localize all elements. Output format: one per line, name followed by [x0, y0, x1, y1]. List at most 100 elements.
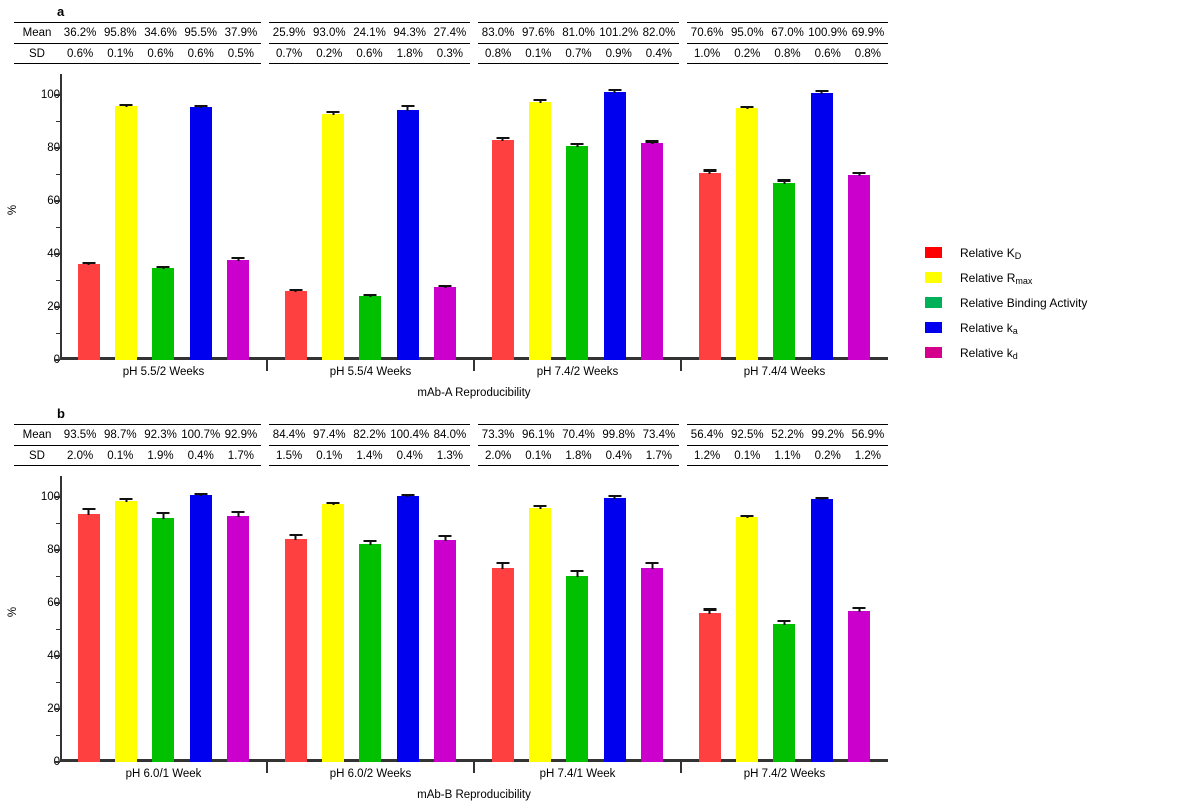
bar[interactable]: [698, 169, 721, 360]
error-bar-cap: [438, 535, 452, 538]
stats-cell: 73.4%: [642, 429, 676, 441]
stats-mean-groups: 93.5% 98.7% 92.3% 100.7% 92.9% 84.4% 97.…: [60, 424, 888, 445]
bar[interactable]: [396, 493, 419, 762]
panel-a-legend: Relative KD Relative Rmax Relative Binding…: [925, 240, 1187, 365]
stats-cell: 0.4%: [605, 450, 632, 462]
legend-item[interactable]: Relative Rmax: [925, 265, 1187, 290]
stats-cell: 36.2%: [63, 27, 97, 39]
bar[interactable]: [77, 508, 100, 762]
bar[interactable]: [284, 288, 307, 360]
error-bar: [570, 569, 584, 577]
bar[interactable]: [698, 608, 721, 762]
panel-b-y-axis-label: %: [7, 606, 20, 618]
bar[interactable]: [359, 293, 382, 360]
x-tick-label: pH 7.4/4 Weeks: [743, 366, 826, 378]
error-bar-cap: [194, 492, 208, 496]
error-bar-cap: [326, 111, 340, 114]
bar[interactable]: [434, 535, 457, 762]
bar[interactable]: [189, 104, 212, 360]
bar[interactable]: [152, 511, 175, 762]
y-tick-minor: [56, 279, 60, 282]
bar[interactable]: [641, 562, 664, 762]
bar[interactable]: [322, 111, 345, 360]
bar[interactable]: [529, 505, 552, 762]
stats-cell: 2.0%: [484, 450, 512, 462]
bar[interactable]: [566, 569, 589, 762]
bar-wrap: [434, 476, 457, 762]
stats-cell: 0.7%: [275, 48, 303, 60]
legend-label: Relative ka: [960, 320, 1018, 336]
x-tick-label: pH 7.4/1 Week: [539, 768, 616, 780]
stats-group: 1.0% 0.2% 0.8% 0.6% 0.8%: [687, 43, 888, 64]
bar[interactable]: [566, 142, 589, 360]
bar[interactable]: [491, 137, 514, 360]
bar[interactable]: [227, 510, 250, 762]
bar[interactable]: [77, 261, 100, 360]
bar[interactable]: [396, 104, 419, 360]
bar[interactable]: [736, 514, 759, 762]
bar[interactable]: [189, 492, 212, 762]
bar[interactable]: [603, 88, 626, 360]
legend-label: Relative Binding Activity: [960, 295, 1088, 310]
bar[interactable]: [322, 501, 345, 762]
stats-cell: 56.4%: [690, 429, 724, 441]
bar[interactable]: [773, 619, 796, 762]
bar[interactable]: [359, 539, 382, 762]
bar[interactable]: [848, 607, 871, 762]
y-tick-major: [54, 200, 60, 203]
bar-wrap: [115, 476, 138, 762]
stats-cell: 56.9%: [851, 429, 885, 441]
stats-cell: 1.2%: [854, 450, 882, 462]
bar-wrap: [641, 74, 664, 360]
bar[interactable]: [848, 171, 871, 360]
panel-b-plot: % 020406080100 pH 6.0/1 Week pH 6.0/2 We…: [7, 476, 888, 801]
bar[interactable]: [603, 495, 626, 762]
error-bar-cap: [401, 104, 415, 107]
bar[interactable]: [434, 284, 457, 360]
error-bar-cap: [289, 288, 303, 291]
legend-item[interactable]: Relative kd: [925, 340, 1187, 365]
bar-wrap: [848, 476, 871, 762]
bar[interactable]: [115, 498, 138, 762]
y-tick-minor: [56, 681, 60, 684]
stats-cell: 34.6%: [144, 27, 177, 39]
bar[interactable]: [736, 105, 759, 360]
stats-sd-groups: 0.6% 0.1% 0.6% 0.6% 0.5% 0.7% 0.2% 0.6% …: [60, 43, 888, 64]
stats-cell: 0.6%: [356, 48, 383, 60]
stats-cell: 1.2%: [693, 450, 721, 462]
bar-wrap: [810, 74, 833, 360]
error-bar: [119, 498, 133, 502]
bar[interactable]: [529, 99, 552, 360]
bar[interactable]: [284, 533, 307, 762]
error-bar: [815, 90, 829, 94]
bar[interactable]: [491, 561, 514, 762]
error-bar: [852, 171, 866, 176]
error-bar-cap: [533, 99, 547, 102]
stats-group: 93.5% 98.7% 92.3% 100.7% 92.9%: [60, 424, 261, 445]
error-bar-cap: [289, 533, 303, 536]
bar[interactable]: [810, 496, 833, 762]
bar[interactable]: [227, 257, 250, 360]
bar[interactable]: [152, 265, 175, 360]
legend-item[interactable]: Relative Binding Activity: [925, 290, 1187, 315]
stats-cell: 37.9%: [224, 27, 258, 39]
stats-row-mean-label-cell: Mean: [14, 22, 60, 43]
error-bar: [777, 619, 791, 625]
stats-cell: 0.1%: [316, 450, 343, 462]
error-bar: [438, 535, 452, 541]
stats-cell: 0.1%: [525, 48, 552, 60]
stats-cell: 92.5%: [731, 429, 764, 441]
bar[interactable]: [641, 140, 664, 360]
stats-cell: 100.4%: [390, 429, 430, 441]
stats-cell: 70.4%: [562, 429, 595, 441]
legend-item[interactable]: Relative ka: [925, 315, 1187, 340]
stats-cell: 82.0%: [642, 27, 676, 39]
y-tick-minor: [56, 734, 60, 737]
bar[interactable]: [773, 179, 796, 360]
legend-item[interactable]: Relative KD: [925, 240, 1187, 265]
legend-swatch: [925, 347, 942, 358]
bar[interactable]: [115, 103, 138, 360]
bar[interactable]: [810, 90, 833, 360]
error-bar-cap: [496, 561, 510, 564]
stats-cell: 0.6%: [814, 48, 841, 60]
